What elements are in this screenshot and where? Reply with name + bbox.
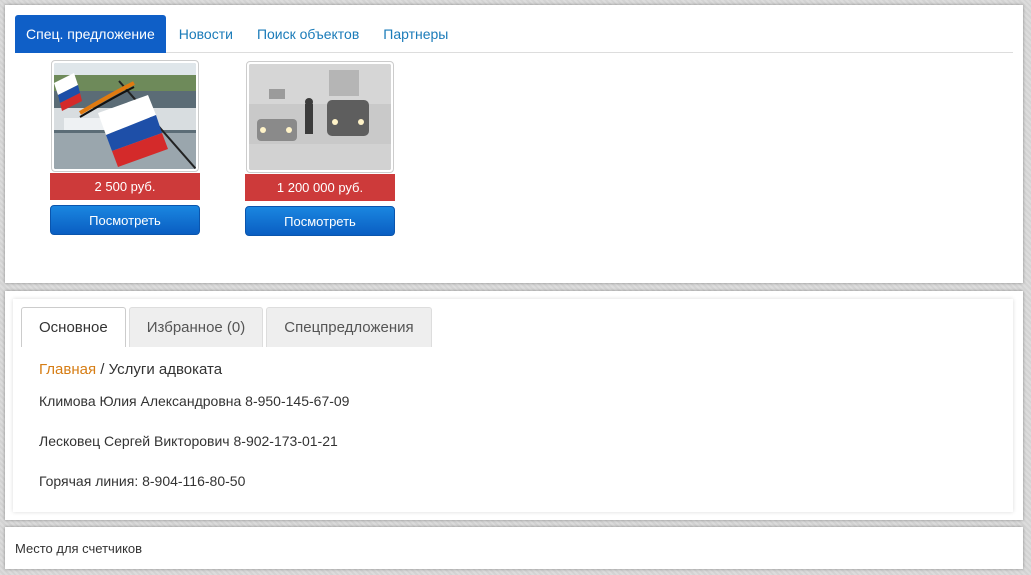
- tab-special-offers[interactable]: Спецпредложения: [266, 307, 432, 347]
- tab-favorites[interactable]: Избранное (0): [128, 307, 264, 347]
- hotline-line: Горячая линия: 8-904-116-80-50: [39, 473, 246, 489]
- product-price: 2 500 руб.: [50, 173, 200, 200]
- main-info-panel: Основное Избранное (0) Спецпредложения Г…: [5, 291, 1023, 520]
- info-card: Основное Избранное (0) Спецпредложения Г…: [13, 299, 1013, 512]
- product-thumbnail-flag-car[interactable]: [51, 60, 199, 172]
- tab-news[interactable]: Новости: [168, 15, 244, 53]
- breadcrumb-separator: /: [96, 361, 109, 378]
- product-card: 2 500 руб. Посмотреть: [50, 60, 200, 235]
- product-card: 1 200 000 руб. Посмотреть: [245, 61, 395, 236]
- view-button[interactable]: Посмотреть: [245, 206, 395, 236]
- footer-panel: Место для счетчиков: [5, 527, 1023, 569]
- tab-object-search[interactable]: Поиск объектов: [246, 15, 370, 53]
- breadcrumb-current: Услуги адвоката: [108, 361, 223, 378]
- contact-line: Лесковец Сергей Викторович 8-902-173-01-…: [39, 433, 338, 449]
- special-offers-panel: Спец. предложение Новости Поиск объектов…: [5, 5, 1023, 283]
- breadcrumb-home-link[interactable]: Главная: [39, 361, 96, 378]
- tab-partners[interactable]: Партнеры: [372, 15, 459, 53]
- info-content: Главная / Услуги адвоката Климова Юлия А…: [39, 361, 993, 501]
- breadcrumb: Главная / Услуги адвоката: [39, 361, 993, 381]
- info-tabs-bar: Основное Избранное (0) Спецпредложения: [21, 307, 435, 347]
- top-tabs-bar: Спец. предложение Новости Поиск объектов…: [15, 15, 1013, 53]
- product-thumbnail-snow-road[interactable]: [246, 61, 394, 173]
- tab-special-offer[interactable]: Спец. предложение: [15, 15, 166, 53]
- contact-line: Климова Юлия Александровна 8-950-145-67-…: [39, 393, 350, 409]
- view-button[interactable]: Посмотреть: [50, 205, 200, 235]
- snow-road-image: [249, 64, 391, 170]
- tab-main[interactable]: Основное: [21, 307, 126, 347]
- product-price: 1 200 000 руб.: [245, 174, 395, 201]
- flag-car-image: [54, 63, 196, 169]
- counter-placeholder: Место для счетчиков: [15, 541, 143, 556]
